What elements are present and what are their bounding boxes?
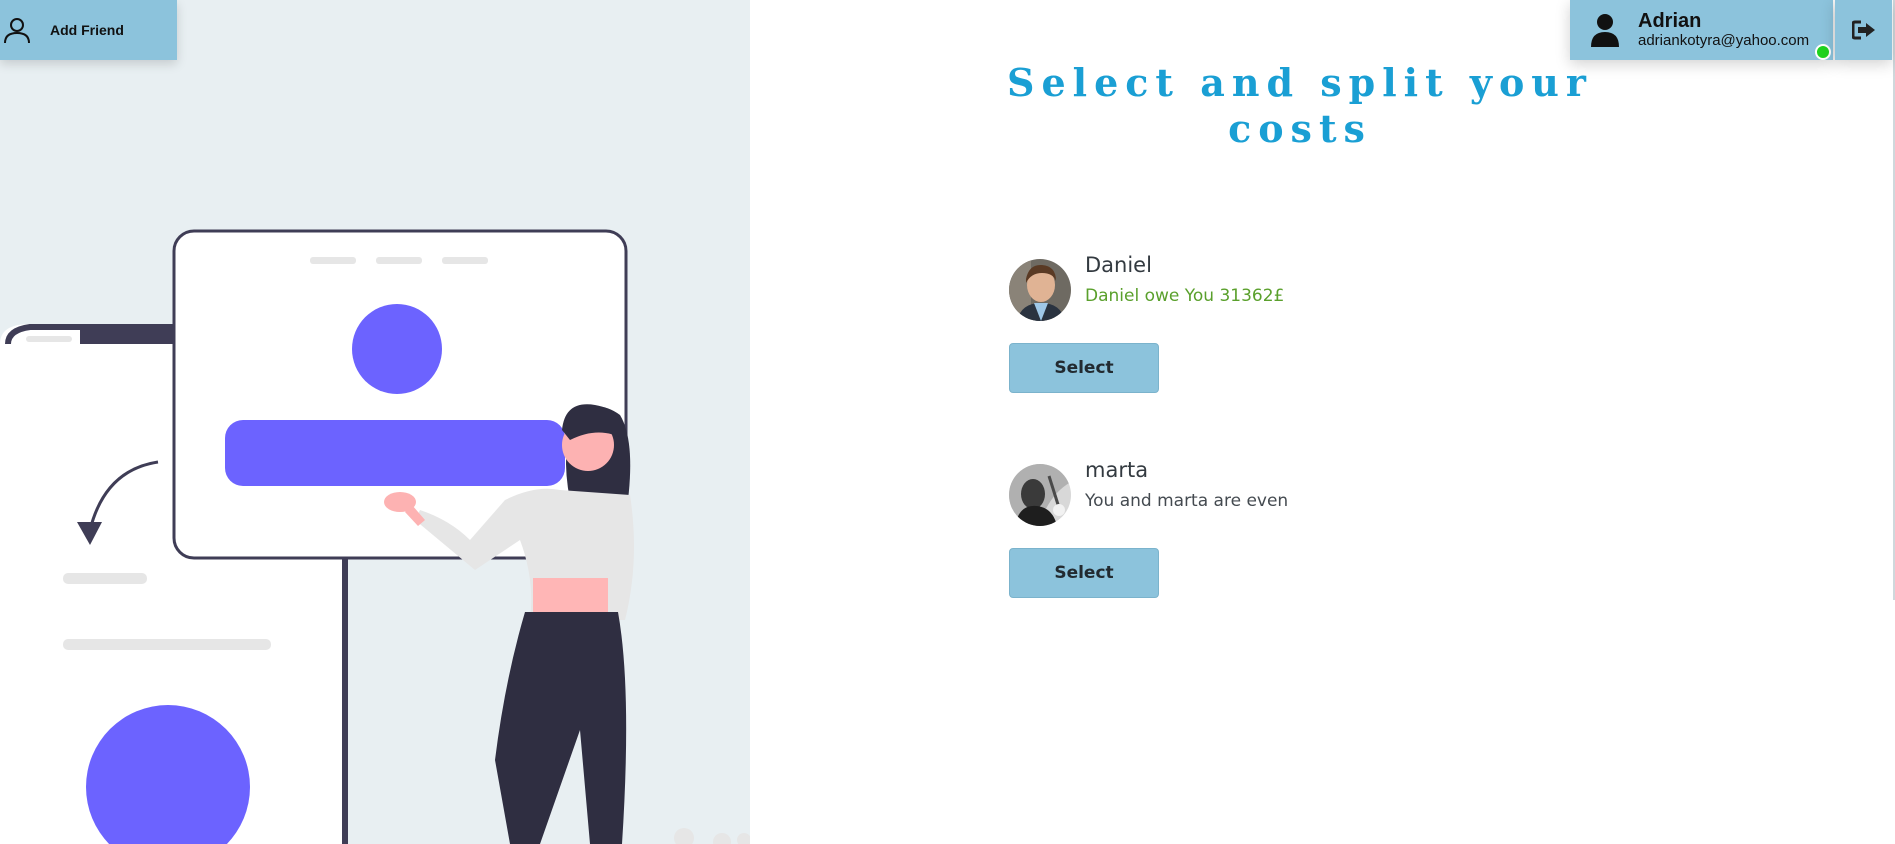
user-avatar-icon	[1591, 14, 1619, 47]
friend-info: Daniel Daniel owe You 31362£	[1085, 249, 1284, 309]
friend-photo-daniel	[1009, 259, 1071, 321]
add-friend-label: Add Friend	[50, 22, 124, 38]
friend-avatar	[1009, 259, 1071, 321]
add-friend-button[interactable]: Add Friend	[0, 0, 177, 60]
user-name: Adrian	[1638, 10, 1702, 32]
friend-photo-marta	[1009, 464, 1071, 526]
select-friend-button[interactable]: Select	[1009, 343, 1159, 393]
person-outline-icon	[4, 18, 30, 44]
illustration-panel	[0, 0, 750, 844]
screen-coin	[352, 304, 442, 394]
logout-icon	[1851, 20, 1875, 40]
friend-balance-status: You and marta are even	[1085, 491, 1289, 511]
friend-header: Daniel Daniel owe You 31362£	[1009, 249, 1509, 321]
friend-item: marta You and marta are even Select	[1009, 454, 1509, 598]
friend-item: Daniel Daniel owe You 31362£ Select	[1009, 249, 1509, 393]
finance-illustration	[0, 229, 750, 844]
phone-line-1	[63, 573, 147, 584]
friend-info: marta You and marta are even	[1085, 454, 1288, 514]
friend-avatar	[1009, 464, 1071, 526]
page-title: Select and split your costs	[1007, 60, 1593, 151]
friend-balance-status: Daniel owe You 31362£	[1085, 286, 1285, 306]
user-info: Adrian adriankotyra@yahoo.com	[1638, 10, 1809, 50]
select-friend-button[interactable]: Select	[1009, 548, 1159, 598]
user-card: Adrian adriankotyra@yahoo.com	[1570, 0, 1833, 60]
logout-button[interactable]	[1835, 0, 1892, 60]
online-status-indicator	[1815, 44, 1831, 60]
user-email: adriankotyra@yahoo.com	[1638, 32, 1810, 49]
screen-bar	[225, 420, 565, 486]
friend-name: marta	[1085, 458, 1149, 482]
phone-line-2	[63, 639, 271, 650]
friend-name: Daniel	[1085, 253, 1152, 277]
page-root: Add Friend Adrian adriankotyra@yahoo.com…	[0, 0, 1895, 844]
friend-header: marta You and marta are even	[1009, 454, 1509, 526]
